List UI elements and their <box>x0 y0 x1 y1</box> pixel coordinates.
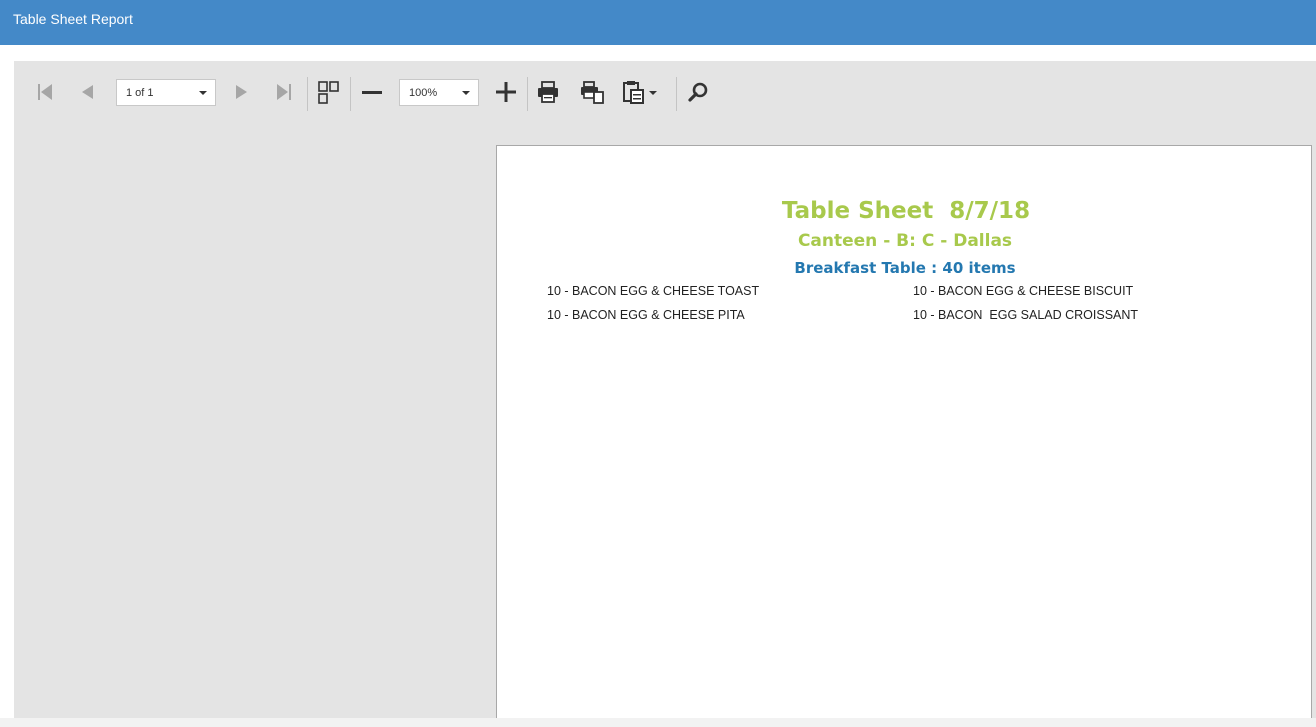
page-selector-value: 1 of 1 <box>126 87 154 99</box>
last-page-icon <box>277 84 291 100</box>
zoom-in-button[interactable] <box>491 77 521 107</box>
report-subtitle: Canteen - B: C - Dallas <box>797 231 1013 251</box>
list-item: 10 - BACON EGG SALAD CROISSANT <box>913 308 1139 322</box>
next-page-icon <box>236 85 247 99</box>
report-page: Table Sheet 8/7/18 Canteen - B: C - Dall… <box>496 145 1312 718</box>
print-page-icon <box>581 81 604 104</box>
previous-page-icon <box>82 85 93 99</box>
minus-icon <box>362 91 382 94</box>
print-page-button[interactable] <box>577 77 607 107</box>
chevron-down-icon <box>462 91 470 95</box>
toolbar-separator <box>350 77 351 111</box>
search-icon <box>688 82 708 102</box>
bottom-border <box>0 718 1316 727</box>
search-button[interactable] <box>683 77 713 107</box>
toolbar-separator <box>676 77 677 111</box>
previous-page-button[interactable] <box>73 77 103 107</box>
viewer-toolbar: 1 of 1 100% <box>14 61 1316 125</box>
zoom-out-button[interactable] <box>357 77 387 107</box>
zoom-selector[interactable]: 100% <box>399 79 479 106</box>
multipage-view-button[interactable] <box>313 77 343 107</box>
plus-icon <box>496 82 516 102</box>
export-button[interactable] <box>619 77 663 107</box>
first-page-button[interactable] <box>30 77 60 107</box>
report-viewer: 1 of 1 100% Table Sheet 8/7/18 Canteen -… <box>14 61 1316 718</box>
list-item: 10 - BACON EGG & CHEESE TOAST <box>547 284 760 298</box>
toolbar-separator <box>307 77 308 111</box>
app-header: Table Sheet Report <box>0 0 1316 45</box>
printer-icon <box>538 81 558 103</box>
zoom-selector-value: 100% <box>409 87 438 99</box>
last-page-button[interactable] <box>269 77 299 107</box>
chevron-down-icon <box>199 91 207 95</box>
print-button[interactable] <box>533 77 563 107</box>
multipage-icon <box>318 81 339 104</box>
first-page-icon <box>38 84 52 100</box>
toolbar-separator <box>527 77 528 111</box>
page-selector[interactable]: 1 of 1 <box>116 79 216 106</box>
list-item: 10 - BACON EGG & CHEESE BISCUIT <box>913 284 1134 298</box>
export-icon <box>623 81 657 104</box>
app-title: Table Sheet Report <box>13 11 133 27</box>
list-item: 10 - BACON EGG & CHEESE PITA <box>547 308 745 322</box>
report-title: Table Sheet 8/7/18 <box>781 198 1031 224</box>
next-page-button[interactable] <box>226 77 256 107</box>
report-section-heading: Breakfast Table : 40 items <box>794 259 1016 277</box>
